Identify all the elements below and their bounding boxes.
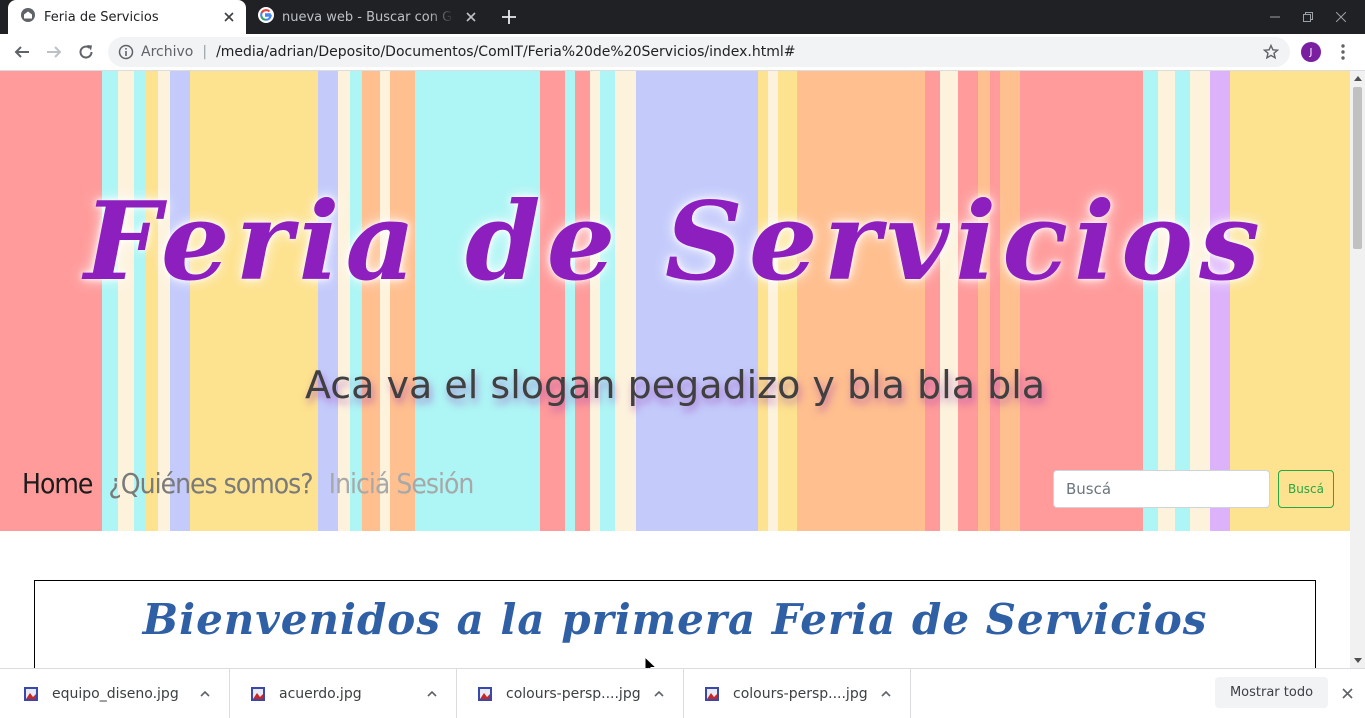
url-text[interactable]: /media/adrian/Deposito/Documentos/ComIT/… (216, 44, 795, 60)
back-arrow-icon (14, 46, 29, 58)
restore-button[interactable] (1293, 0, 1323, 34)
image-file-icon (251, 686, 265, 701)
back-button[interactable] (8, 38, 36, 66)
download-shelf: equipo_diseno.jpg acuerdo.jpg colours-pe… (0, 668, 1365, 718)
tab-strip: Feria de Servicios nueva web - Buscar co… (0, 0, 1365, 34)
close-shelf-icon[interactable] (1337, 683, 1357, 703)
more-vert-icon (1341, 44, 1345, 60)
reload-button[interactable] (72, 38, 100, 66)
google-icon (258, 7, 274, 27)
download-item[interactable]: colours-persp....jpg (684, 669, 911, 718)
restore-icon (1303, 12, 1313, 22)
download-filename: colours-persp....jpg (506, 685, 641, 702)
close-window-button[interactable] (1326, 0, 1356, 34)
site-title: Feria de Servicios (84, 179, 1266, 305)
download-filename: acuerdo.jpg (279, 685, 362, 702)
hero-banner: Feria de Servicios Aca va el slogan pega… (0, 71, 1350, 531)
address-bar[interactable]: Archivo | /media/adrian/Deposito/Documen… (108, 37, 1290, 67)
welcome-title: Bienvenidos a la primera Feria de Servic… (142, 595, 1208, 644)
browser-toolbar: Archivo | /media/adrian/Deposito/Documen… (0, 34, 1365, 71)
page-scrollbar[interactable] (1350, 71, 1365, 668)
scheme-label: Archivo (141, 44, 194, 60)
download-filename: colours-persp....jpg (733, 685, 868, 702)
image-file-icon (478, 686, 492, 701)
tab-title: nueva web - Buscar con Google (282, 9, 454, 25)
info-icon[interactable] (118, 44, 134, 60)
globe-icon (20, 7, 36, 27)
mouse-cursor-icon (644, 656, 658, 668)
scroll-down-icon[interactable] (1350, 653, 1365, 668)
close-tab-icon[interactable] (460, 6, 482, 28)
download-item[interactable]: acuerdo.jpg (230, 669, 457, 718)
plus-icon (502, 10, 516, 24)
chevron-up-icon[interactable] (422, 684, 442, 704)
profile-avatar[interactable]: J (1301, 42, 1321, 62)
new-tab-button[interactable] (497, 5, 521, 29)
scroll-up-icon[interactable] (1350, 71, 1365, 86)
close-icon (1336, 12, 1346, 22)
tab-title: Feria de Servicios (44, 9, 159, 25)
page-viewport: Feria de Servicios Aca va el slogan pega… (0, 71, 1350, 668)
show-all-downloads-button[interactable]: Mostrar todo (1215, 677, 1328, 708)
browser-menu-button[interactable] (1331, 38, 1355, 66)
download-item[interactable]: colours-persp....jpg (457, 669, 684, 718)
minimize-icon (1270, 16, 1280, 18)
scrollbar-thumb[interactable] (1353, 87, 1362, 249)
scheme-separator: | (202, 44, 208, 60)
forward-arrow-icon (47, 46, 62, 58)
welcome-card: Bienvenidos a la primera Feria de Servic… (34, 580, 1316, 668)
minimize-button[interactable] (1260, 0, 1290, 34)
download-filename: equipo_diseno.jpg (52, 685, 179, 702)
chevron-up-icon[interactable] (195, 684, 215, 704)
image-file-icon (705, 686, 719, 701)
chevron-up-icon[interactable] (649, 684, 669, 704)
search-input[interactable] (1053, 470, 1270, 508)
forward-button[interactable] (40, 38, 68, 66)
download-item[interactable]: equipo_diseno.jpg (3, 669, 230, 718)
reload-icon (79, 45, 93, 59)
nav-link-home[interactable]: Home (22, 467, 93, 500)
chevron-up-icon[interactable] (876, 684, 896, 704)
tab-google-search[interactable]: nueva web - Buscar con Google (246, 0, 488, 34)
close-tab-icon[interactable] (218, 6, 240, 28)
nav-link-about[interactable]: ¿Quiénes somos? (108, 467, 313, 500)
tab-feria-de-servicios[interactable]: Feria de Servicios (8, 0, 246, 34)
nav-link-login[interactable]: Iniciá Sesión (329, 467, 475, 500)
image-file-icon (24, 686, 38, 701)
site-slogan: Aca va el slogan pegadizo y bla bla bla (304, 363, 1046, 407)
search-button[interactable]: Buscá (1278, 470, 1334, 508)
main-nav: Home ¿Quiénes somos? Iniciá Sesión (22, 467, 475, 500)
bookmark-star-icon[interactable] (1262, 43, 1280, 61)
